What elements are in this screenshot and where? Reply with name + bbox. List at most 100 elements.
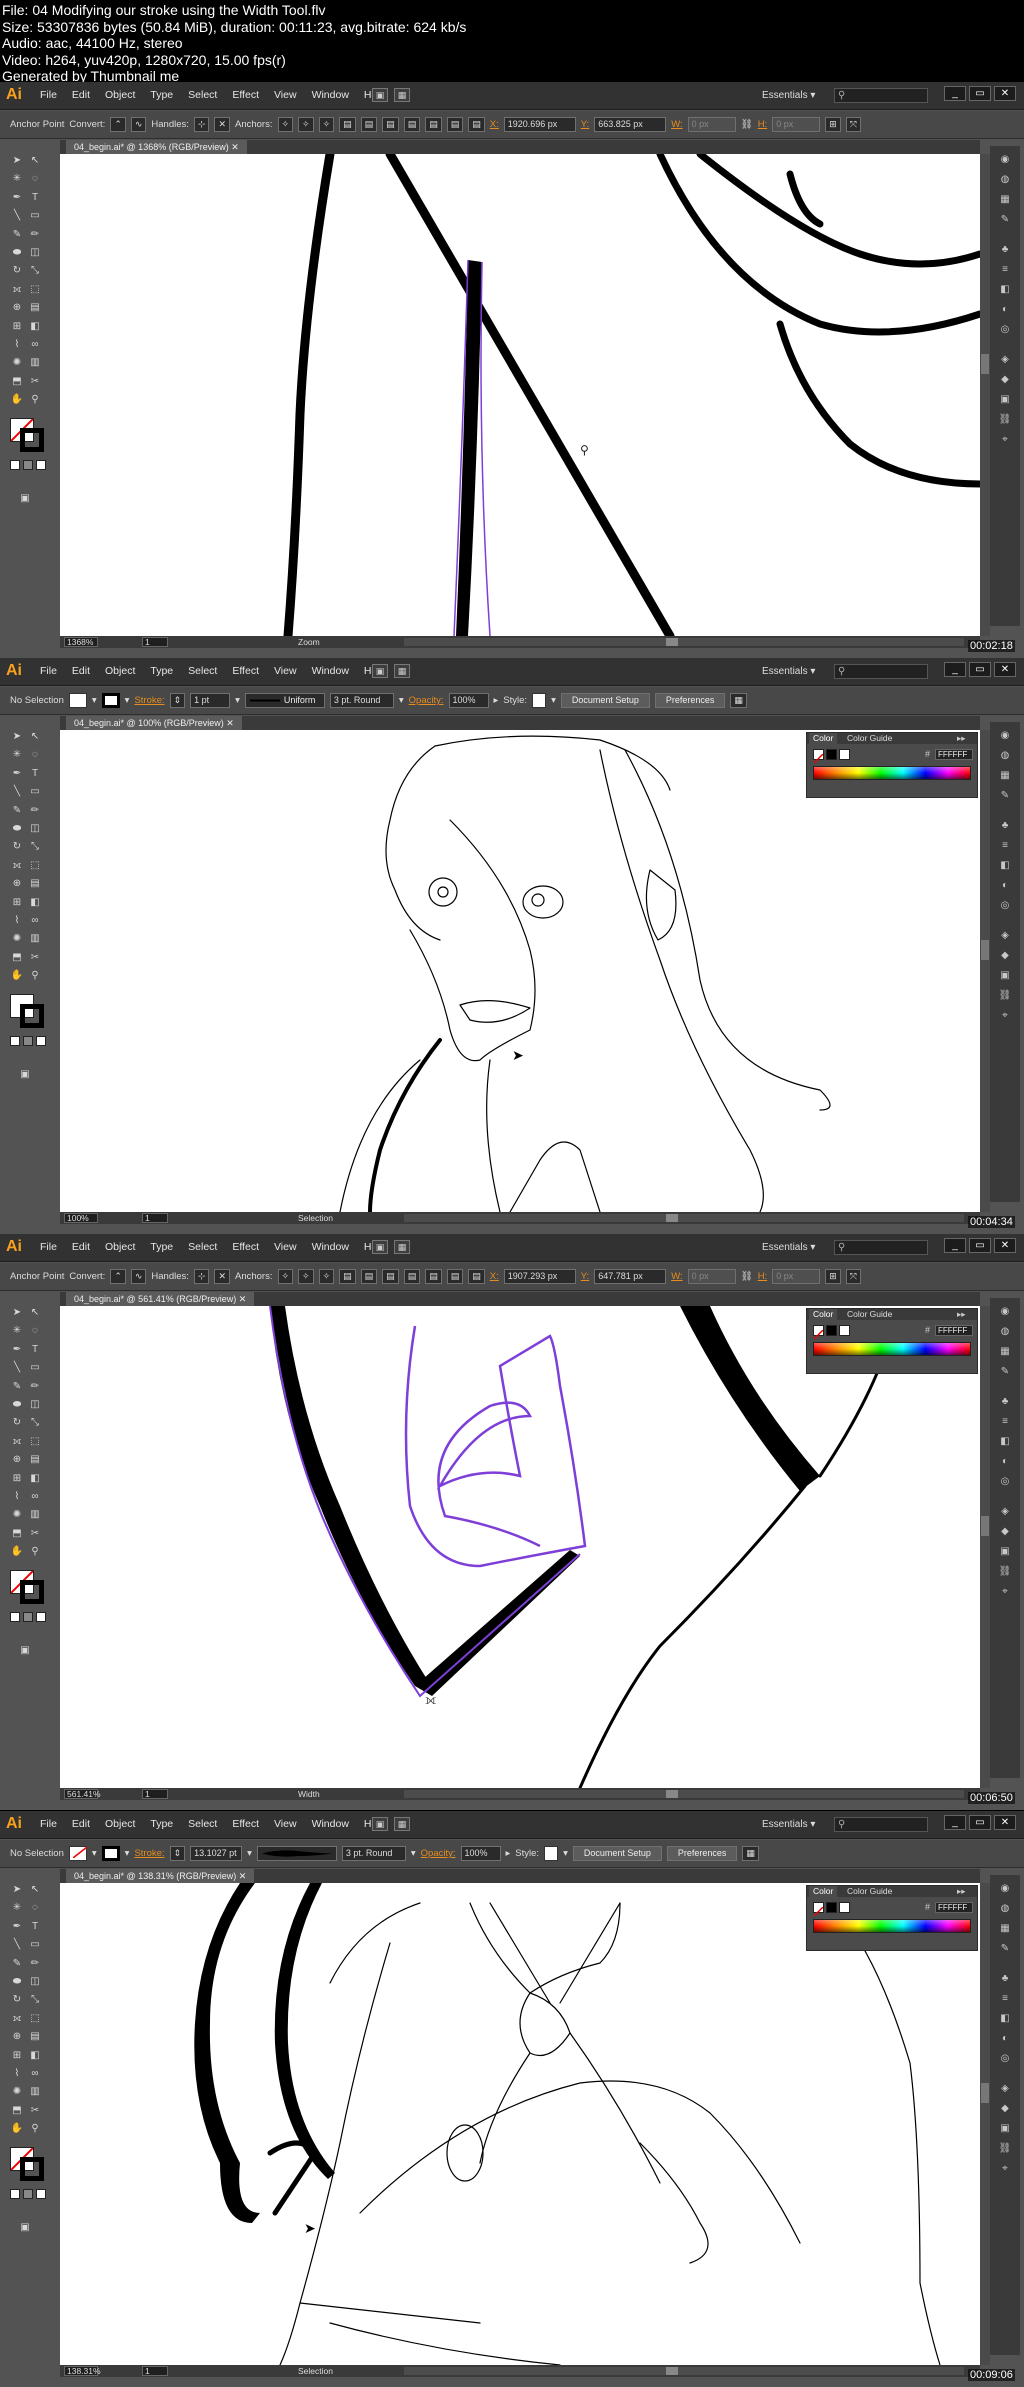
screen-mode-icon[interactable]: ▣	[18, 1644, 32, 1658]
width-tool-icon[interactable]: ⟗	[10, 283, 24, 297]
close-button[interactable]: ✕	[994, 662, 1016, 677]
paintbrush-tool-icon[interactable]: ✎	[10, 1380, 24, 1394]
shape-builder-tool-icon[interactable]: ⊕	[10, 1453, 24, 1467]
menu-file[interactable]: File	[34, 665, 66, 677]
blob-brush-tool-icon[interactable]: ⬬	[10, 1398, 24, 1412]
pencil-tool-icon[interactable]: ✏	[28, 804, 42, 818]
stroke-color-swatch[interactable]	[101, 693, 120, 708]
tab-color[interactable]: Color	[809, 1309, 838, 1320]
vertical-scroll-thumb[interactable]	[981, 354, 989, 374]
document-tab[interactable]: 04_begin.ai* @ 1368% (RGB/Preview) ✕	[66, 140, 247, 154]
lasso-tool-icon[interactable]: ◌	[28, 748, 42, 762]
align-middle-icon[interactable]: ▤	[425, 1269, 442, 1284]
close-button[interactable]: ✕	[994, 1238, 1016, 1253]
arrange-documents-icon[interactable]: ▦	[394, 88, 410, 102]
symbol-sprayer-tool-icon[interactable]: ✺	[10, 1508, 24, 1522]
scale-tool-icon[interactable]: ⤡	[28, 1416, 42, 1430]
mesh-tool-icon[interactable]: ⊞	[10, 1472, 24, 1486]
layers-icon[interactable]: ◆	[998, 1526, 1012, 1538]
gradient-icon[interactable]: ◧	[998, 284, 1012, 296]
variable-width-profile-dropdown[interactable]	[256, 1846, 337, 1861]
brush-definition-dropdown[interactable]: 3 pt. Round	[329, 693, 394, 708]
arrange-documents-icon[interactable]: ▦	[394, 1817, 410, 1831]
tab-color[interactable]: Color	[809, 1886, 838, 1897]
symbols-icon[interactable]: ♣	[998, 1973, 1012, 1985]
hand-tool-icon[interactable]: ✋	[10, 2122, 24, 2136]
eraser-tool-icon[interactable]: ◫	[28, 246, 42, 260]
vertical-scroll-thumb[interactable]	[981, 2083, 989, 2103]
graphic-style-swatch[interactable]	[532, 693, 547, 708]
selection-tool-icon[interactable]: ➤	[10, 730, 24, 744]
vertical-scroll-thumb[interactable]	[981, 1516, 989, 1536]
appearance-icon[interactable]: ◎	[998, 2053, 1012, 2065]
close-tab-icon[interactable]: ✕	[236, 1871, 247, 1881]
y-coordinate-field[interactable]: 647.781 px	[594, 1269, 667, 1284]
direct-selection-tool-icon[interactable]: ↖	[28, 1883, 42, 1897]
menu-window[interactable]: Window	[306, 1818, 358, 1830]
eyedropper-tool-icon[interactable]: ⌇	[10, 2067, 24, 2081]
menu-select[interactable]: Select	[182, 1818, 226, 1830]
align-center-icon[interactable]: ▤	[360, 1269, 378, 1284]
align-middle-icon[interactable]: ▤	[425, 117, 442, 132]
blend-tool-icon[interactable]: ∞	[28, 2067, 42, 2081]
close-tab-icon[interactable]: ✕	[236, 1294, 247, 1304]
stroke-color-swatch[interactable]	[101, 1846, 120, 1861]
align-bottom-icon[interactable]: ▤	[446, 117, 464, 132]
rotate-tool-icon[interactable]: ↻	[10, 264, 24, 278]
color-guide-icon[interactable]: ◍	[998, 750, 1012, 762]
stroke-icon[interactable]: ≡	[998, 840, 1012, 852]
transform-icon[interactable]: ⊞	[825, 1269, 841, 1284]
line-tool-icon[interactable]: ╲	[10, 1361, 24, 1375]
artboards-icon[interactable]: ▣	[998, 394, 1012, 406]
links-icon[interactable]: ⛓	[998, 414, 1012, 426]
eyedropper-tool-icon[interactable]: ⌇	[10, 1490, 24, 1504]
pen-tool-icon[interactable]: ✒	[10, 191, 24, 205]
color-panel-icon[interactable]: ◉	[998, 1883, 1012, 1895]
graphic-styles-icon[interactable]: ◈	[998, 930, 1012, 942]
blob-brush-tool-icon[interactable]: ⬬	[10, 246, 24, 260]
lasso-tool-icon[interactable]: ◌	[28, 172, 42, 186]
transparency-icon[interactable]: ◐	[998, 304, 1012, 316]
graphic-styles-icon[interactable]: ◈	[998, 354, 1012, 366]
line-tool-icon[interactable]: ╲	[10, 209, 24, 223]
scale-tool-icon[interactable]: ⤡	[28, 840, 42, 854]
document-tab[interactable]: 04_begin.ai* @ 561.41% (RGB/Preview) ✕	[66, 1292, 255, 1306]
graphic-styles-icon[interactable]: ◈	[998, 1506, 1012, 1518]
help-search-input[interactable]: ⚲	[834, 1817, 928, 1832]
scale-tool-icon[interactable]: ⤡	[28, 1993, 42, 2007]
menu-object[interactable]: Object	[99, 1818, 144, 1830]
swatches-icon[interactable]: ▦	[998, 770, 1012, 782]
rectangle-tool-icon[interactable]: ▭	[28, 209, 42, 223]
artboard-number-field[interactable]: 1	[142, 637, 168, 647]
bridge-icon[interactable]: ▣	[372, 1240, 388, 1254]
mesh-tool-icon[interactable]: ⊞	[10, 896, 24, 910]
black-color-swatch[interactable]	[826, 749, 837, 760]
show-handles-icon[interactable]: ⊹	[193, 1269, 210, 1284]
symbol-sprayer-tool-icon[interactable]: ✺	[10, 2085, 24, 2099]
line-tool-icon[interactable]: ╲	[10, 1938, 24, 1952]
slice-tool-icon[interactable]: ✂	[28, 951, 42, 965]
menu-window[interactable]: Window	[306, 665, 358, 677]
rectangle-tool-icon[interactable]: ▭	[28, 1938, 42, 1952]
collapse-panel-icon[interactable]: ▸▸	[957, 1886, 966, 1897]
navigator-icon[interactable]: ⌖	[998, 2163, 1012, 2175]
bridge-icon[interactable]: ▣	[372, 88, 388, 102]
preferences-button[interactable]: Preferences	[654, 693, 726, 708]
fill-color-swatch[interactable]	[68, 693, 87, 708]
direct-selection-tool-icon[interactable]: ↖	[28, 1306, 42, 1320]
screen-mode-icon[interactable]: ▣	[18, 2221, 32, 2235]
links-icon[interactable]: ⛓	[998, 2143, 1012, 2155]
fill-stroke-swatch[interactable]	[10, 417, 44, 452]
color-mode-icon[interactable]	[10, 2188, 20, 2199]
horizontal-scroll-thumb[interactable]	[666, 1214, 678, 1222]
distribute-icon[interactable]: ▤	[468, 1269, 485, 1284]
black-color-swatch[interactable]	[826, 1325, 837, 1336]
pencil-tool-icon[interactable]: ✏	[28, 228, 42, 242]
graphic-styles-icon[interactable]: ◈	[998, 2083, 1012, 2095]
width-label[interactable]: W:	[671, 1271, 682, 1282]
workspace-switcher[interactable]: Essentials ▾	[762, 90, 815, 101]
stroke-weight-stepper[interactable]: ⇕	[169, 693, 186, 708]
vertical-scrollbar[interactable]	[980, 730, 990, 1212]
symbol-sprayer-tool-icon[interactable]: ✺	[10, 932, 24, 946]
menu-type[interactable]: Type	[144, 1241, 182, 1253]
